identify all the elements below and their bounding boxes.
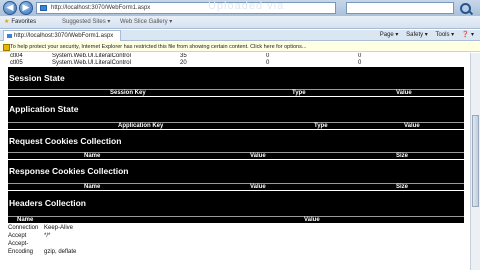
request-cookies-columns: Name Value Size (8, 152, 464, 159)
controlstate-size: 0 (358, 60, 362, 66)
render-size: 20 (180, 60, 187, 66)
header-name: Encoding (8, 249, 34, 255)
application-state-columns: Application Key Type Value (8, 122, 464, 129)
tools-menu[interactable]: Tools ▾ (435, 32, 454, 38)
security-infobar[interactable]: To help protect your security, Internet … (0, 42, 480, 52)
column-header: Type (292, 90, 306, 96)
column-header: Session Key (110, 90, 146, 96)
column-header: Value (250, 184, 266, 190)
suggested-sites-link[interactable]: Suggested Sites ▾ (62, 16, 110, 29)
header-value: gzip, deflate (44, 249, 77, 255)
page-icon (40, 5, 47, 11)
forward-arrow-icon[interactable]: ▶ (19, 1, 33, 15)
control-tree-row: ctl05 System.Web.UI.LiteralControl 20 0 … (0, 60, 470, 67)
viewstate-size: 0 (266, 60, 270, 66)
header-value: */* (44, 233, 51, 239)
response-cookies-columns: Name Value Size (8, 183, 464, 190)
address-bar[interactable]: http://localhost:3070/WebForm1.aspx (36, 2, 336, 14)
page-menu[interactable]: Page ▾ (380, 32, 399, 38)
scrollbar-thumb[interactable] (472, 115, 479, 207)
safety-menu[interactable]: Safety ▾ (406, 32, 428, 38)
column-header: Name (84, 184, 101, 190)
table-row: Encoding gzip, deflate (8, 248, 464, 256)
search-icon[interactable] (460, 3, 471, 14)
command-bar: Page ▾ Safety ▾ Tools ▾ ❓ ▾ (374, 30, 474, 41)
column-header: Application Key (118, 123, 164, 129)
column-header: Value (396, 90, 412, 96)
web-slice-gallery-link[interactable]: Web Slice Gallery ▾ (120, 16, 172, 29)
header-value: Keep-Alive (44, 225, 74, 231)
table-row: Connection Keep-Alive (8, 224, 464, 232)
headers-columns: Name Value (8, 216, 464, 223)
favorites-button[interactable]: Favorites (4, 16, 36, 29)
tab-row: http://localhost:3070/WebForm1.aspx Page… (0, 30, 480, 41)
control-type: System.Web.UI.LiteralControl (52, 53, 131, 59)
header-name: Accept- (8, 241, 29, 247)
controlstate-size: 0 (358, 53, 362, 59)
column-header: Name (84, 153, 101, 159)
favorites-bar: Favorites Suggested Sites ▾ Web Slice Ga… (0, 16, 480, 29)
address-text: http://localhost:3070/WebForm1.aspx (51, 5, 151, 11)
render-size: 35 (180, 53, 187, 59)
table-row: Accept */* (8, 232, 464, 240)
viewstate-size: 0 (266, 53, 270, 59)
search-input[interactable] (346, 2, 454, 14)
header-name: Accept (8, 233, 27, 239)
table-row: Accept- (8, 240, 464, 248)
session-state-columns: Session Key Type Value (8, 89, 464, 96)
help-menu[interactable]: ❓ ▾ (462, 32, 474, 38)
header-name: Connection (8, 225, 39, 231)
application-state-header: Application State (8, 97, 464, 122)
column-header: Value (404, 123, 420, 129)
column-header: Value (250, 153, 266, 159)
response-cookies-header: Response Cookies Collection (8, 160, 464, 183)
session-state-header: Session State (8, 67, 464, 89)
request-cookies-header: Request Cookies Collection (8, 130, 464, 152)
headers-collection-header: Headers Collection (8, 191, 464, 216)
watermark-text: Uploaded via (208, 0, 285, 12)
control-tree-row: ctl04 System.Web.UI.LiteralControl 35 0 … (0, 53, 470, 60)
vertical-scrollbar[interactable] (470, 53, 480, 270)
control-type: System.Web.UI.LiteralControl (52, 60, 131, 66)
control-id: ctl04 (10, 53, 23, 59)
browser-toolbar: ◀ ▶ http://localhost:3070/WebForm1.aspx … (0, 0, 480, 16)
column-header: Type (314, 123, 328, 129)
tab-webform1[interactable]: http://localhost:3070/WebForm1.aspx (3, 30, 121, 41)
column-header: Value (304, 217, 320, 223)
column-header: Size (396, 153, 409, 159)
trace-page: ctl04 System.Web.UI.LiteralControl 35 0 … (0, 53, 470, 270)
control-id: ctl05 (10, 60, 23, 66)
back-arrow-icon[interactable]: ◀ (3, 1, 17, 15)
column-header: Name (17, 217, 34, 223)
column-header: Size (396, 184, 409, 190)
